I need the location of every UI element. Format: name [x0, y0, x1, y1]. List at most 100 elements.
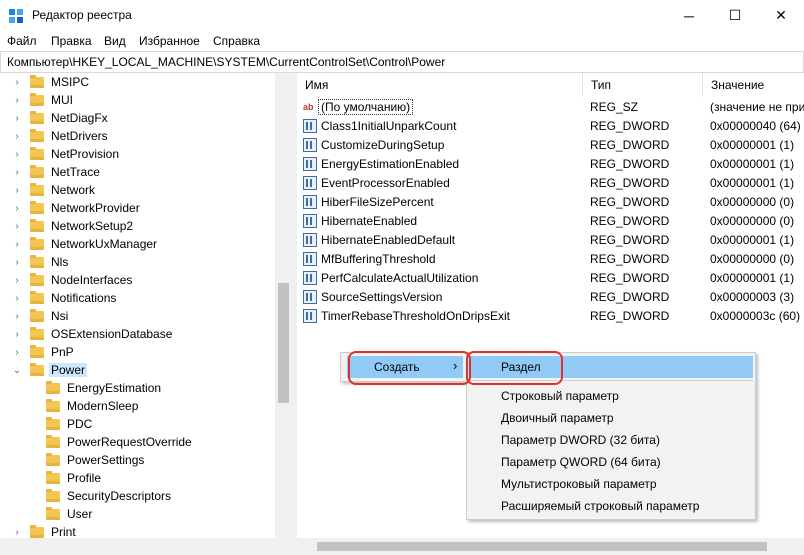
tree-item-nettrace[interactable]: › NetTrace: [12, 163, 102, 181]
folder-icon: [46, 380, 60, 394]
menu-item-qword-value[interactable]: Параметр QWORD (64 бита): [469, 451, 753, 473]
chevron-right-icon[interactable]: ›: [12, 181, 22, 199]
value-row[interactable]: Class1InitialUnparkCount REG_DWORD 0x00000…: [297, 117, 804, 136]
tree-item-osextensiondatabase[interactable]: › OSExtensionDatabase: [12, 325, 174, 343]
tree-vertical-scrollbar[interactable]: [275, 73, 292, 539]
tree-item-powersettings[interactable]: PowerSettings: [28, 451, 146, 469]
tree-item-label: PowerSettings: [67, 453, 145, 467]
chevron-right-icon[interactable]: ›: [12, 217, 22, 235]
binary-value-icon: [303, 195, 317, 209]
tree-item-netdrivers[interactable]: › NetDrivers: [12, 127, 110, 145]
tree-item-nls[interactable]: › Nls: [12, 253, 70, 271]
folder-icon: [46, 398, 60, 412]
menu-item-dword-value[interactable]: Параметр DWORD (32 бита): [469, 429, 753, 451]
tree-item-pdc[interactable]: PDC: [28, 415, 94, 433]
menu-favorites[interactable]: Избранное: [139, 34, 200, 48]
folder-icon: [30, 200, 44, 214]
tree-item-mui[interactable]: › MUI: [12, 91, 75, 109]
chevron-right-icon[interactable]: ›: [12, 145, 22, 163]
tree-item-notifications[interactable]: › Notifications: [12, 289, 118, 307]
value-row[interactable]: ab (По умолчанию) REG_SZ (значение не присв…: [297, 98, 804, 117]
value-name: (По умолчанию): [318, 99, 414, 115]
value-row[interactable]: SourceSettingsVersion REG_DWORD 0x00000003…: [297, 288, 804, 307]
chevron-right-icon[interactable]: ›: [12, 325, 22, 343]
column-header-value[interactable]: Значение: [703, 73, 804, 97]
chevron-right-icon[interactable]: ›: [12, 253, 22, 271]
value-row[interactable]: EnergyEstimationEnabled REG_DWORD 0x000000…: [297, 155, 804, 174]
tree-item-label: PowerRequestOverride: [67, 435, 192, 449]
value-type: REG_SZ: [590, 100, 639, 114]
tree-item-networkuxmanager[interactable]: › NetworkUxManager: [12, 235, 159, 253]
value-type: REG_DWORD: [590, 290, 670, 304]
chevron-right-icon[interactable]: ›: [12, 307, 22, 325]
tree-item-energyestimation[interactable]: EnergyEstimation: [28, 379, 163, 397]
chevron-right-icon[interactable]: ›: [12, 235, 22, 253]
chevron-right-icon[interactable]: ›: [12, 343, 22, 361]
folder-icon: [46, 434, 60, 448]
value-row[interactable]: PerfCalculateActualUtilization REG_DWORD 0…: [297, 269, 804, 288]
menu-item-binary-value[interactable]: Двоичный параметр: [469, 407, 753, 429]
value-row[interactable]: HibernateEnabledDefault REG_DWORD 0x000000…: [297, 231, 804, 250]
chevron-right-icon[interactable]: ›: [12, 289, 22, 307]
tree-item-user[interactable]: User: [28, 505, 94, 523]
folder-icon: [30, 128, 44, 142]
menu-item-multi-string-value[interactable]: Мультистроковый параметр: [469, 473, 753, 495]
tree-scroll-thumb[interactable]: [278, 283, 289, 403]
tree-item-securitydescriptors[interactable]: SecurityDescriptors: [28, 487, 173, 505]
tree-item-label: MSIPC: [51, 75, 90, 89]
tree-item-profile[interactable]: Profile: [28, 469, 103, 487]
folder-icon: [30, 290, 44, 304]
menu-file[interactable]: Файл: [7, 34, 37, 48]
menu-help[interactable]: Справка: [213, 34, 260, 48]
tree-item-modernsleep[interactable]: ModernSleep: [28, 397, 140, 415]
value-row[interactable]: EventProcessorEnabled REG_DWORD 0x00000001…: [297, 174, 804, 193]
folder-icon: [30, 308, 44, 322]
values-scroll-thumb[interactable]: [317, 542, 767, 551]
value-row[interactable]: MfBufferingThreshold REG_DWORD 0x00000000 …: [297, 250, 804, 269]
value-data: (значение не присвоено): [710, 100, 804, 114]
tree-item-label: NetDrivers: [51, 129, 108, 143]
tree-item-networksetup2[interactable]: › NetworkSetup2: [12, 217, 135, 235]
tree-item-netprovision[interactable]: › NetProvision: [12, 145, 121, 163]
chevron-right-icon[interactable]: ›: [12, 73, 22, 91]
tree-item-label: PDC: [67, 417, 93, 431]
tree-item-networkprovider[interactable]: › NetworkProvider: [12, 199, 142, 217]
key-tree[interactable]: › MSIPC › MUI › NetDiagFx › NetDrivers › NetProvi…: [0, 73, 292, 555]
values-horizontal-scrollbar[interactable]: [297, 538, 804, 555]
chevron-right-icon[interactable]: ›: [12, 163, 22, 181]
close-button[interactable]: ✕: [758, 0, 804, 31]
menu-item-expandable-string-value[interactable]: Расширяемый строковый параметр: [469, 495, 753, 517]
address-path: Компьютер\HKEY_LOCAL_MACHINE\SYSTEM\Curr…: [7, 55, 446, 69]
chevron-right-icon[interactable]: ›: [12, 127, 22, 145]
tree-item-nsi[interactable]: › Nsi: [12, 307, 70, 325]
tree-item-network[interactable]: › Network: [12, 181, 97, 199]
menu-view[interactable]: Вид: [104, 34, 126, 48]
tree-item-power[interactable]: ⌄ Power: [12, 361, 88, 379]
tree-horizontal-scrollbar[interactable]: [0, 538, 292, 555]
column-header-name[interactable]: Имя: [297, 73, 583, 97]
tree-item-pnp[interactable]: › PnP: [12, 343, 76, 361]
value-row[interactable]: CustomizeDuringSetup REG_DWORD 0x00000001 …: [297, 136, 804, 155]
value-row[interactable]: TimerRebaseThresholdOnDripsExit REG_DWORD…: [297, 307, 804, 326]
tree-item-netdiagfx[interactable]: › NetDiagFx: [12, 109, 110, 127]
chevron-right-icon[interactable]: ›: [12, 199, 22, 217]
value-row[interactable]: HiberFileSizePercent REG_DWORD 0x00000000 …: [297, 193, 804, 212]
menu-item-string-value[interactable]: Строковый параметр: [469, 385, 753, 407]
maximize-button[interactable]: ☐: [712, 0, 758, 31]
address-bar[interactable]: Компьютер\HKEY_LOCAL_MACHINE\SYSTEM\Curr…: [0, 51, 804, 73]
value-row[interactable]: HibernateEnabled REG_DWORD 0x00000000 (0): [297, 212, 804, 231]
chevron-right-icon[interactable]: ›: [12, 91, 22, 109]
menu-edit[interactable]: Правка: [51, 34, 92, 48]
column-header-type[interactable]: Тип: [583, 73, 703, 97]
minimize-button[interactable]: ─: [666, 0, 712, 31]
chevron-right-icon[interactable]: ›: [12, 109, 22, 127]
chevron-down-icon[interactable]: ⌄: [12, 361, 22, 379]
value-data: 0x00000001 (1): [710, 138, 795, 152]
value-data: 0x00000040 (64): [710, 119, 801, 133]
binary-value-icon: [303, 119, 317, 133]
chevron-right-icon[interactable]: ›: [12, 271, 22, 289]
tree-item-msipc[interactable]: › MSIPC: [12, 73, 91, 91]
tree-item-nodeinterfaces[interactable]: › NodeInterfaces: [12, 271, 134, 289]
tree-item-powerrequestoverride[interactable]: PowerRequestOverride: [28, 433, 194, 451]
